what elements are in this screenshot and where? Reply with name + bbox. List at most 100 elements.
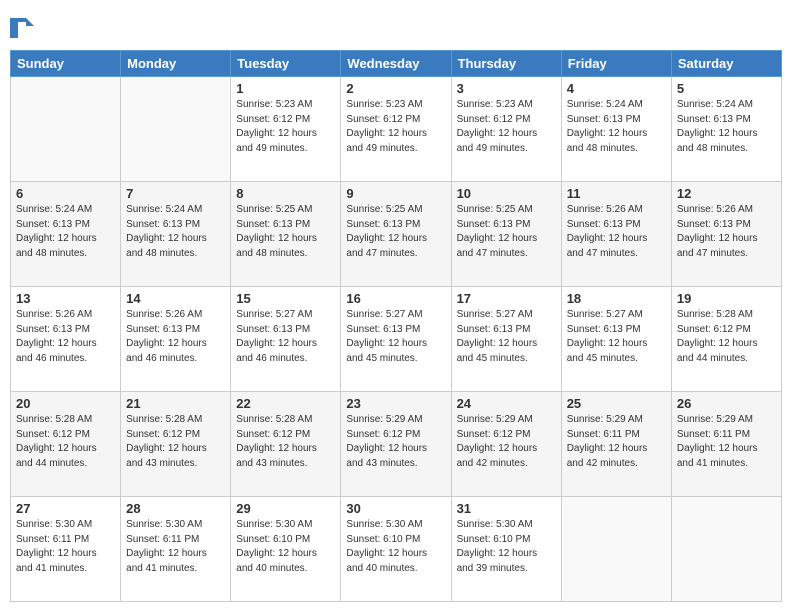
calendar-cell: 20 Sunrise: 5:28 AM Sunset: 6:12 PM Dayli…	[11, 392, 121, 497]
cell-content: Sunrise: 5:27 AM Sunset: 6:13 PM Dayligh…	[567, 308, 666, 366]
day-number: 22	[236, 396, 335, 411]
calendar-cell: 11Sunrise: 5:26 AM Sunset: 6:13 PM Dayli…	[561, 182, 671, 287]
cell-content: Sunrise: 5:30 AM Sunset: 6:11 PM Dayligh…	[16, 518, 115, 576]
logo-icon	[10, 14, 34, 42]
cell-content: Sunrise: 5:25 AM Sunset: 6:13 PM Dayligh…	[346, 203, 445, 261]
day-number: 16	[346, 291, 445, 306]
cell-content: Sunrise: 5:29 AM Sunset: 6:11 PM Dayligh…	[567, 413, 666, 471]
day-number: 2	[346, 81, 445, 96]
day-number: 13	[16, 291, 115, 306]
cell-content: Sunrise: 5:29 AM Sunset: 6:11 PM Dayligh…	[677, 413, 776, 471]
calendar-cell: 24 Sunrise: 5:29 AM Sunset: 6:12 PM Dayli…	[451, 392, 561, 497]
calendar-cell: 22 Sunrise: 5:28 AM Sunset: 6:12 PM Dayli…	[231, 392, 341, 497]
calendar-cell: 3 Sunrise: 5:23 AM Sunset: 6:12 PM Daylig…	[451, 77, 561, 182]
day-number: 28	[126, 501, 225, 516]
day-number: 3	[457, 81, 556, 96]
calendar-cell: 21 Sunrise: 5:28 AM Sunset: 6:12 PM Dayli…	[121, 392, 231, 497]
calendar-cell: 9Sunrise: 5:25 AM Sunset: 6:13 PM Daylig…	[341, 182, 451, 287]
cell-content: Sunrise: 5:30 AM Sunset: 6:10 PM Dayligh…	[346, 518, 445, 576]
day-number: 19	[677, 291, 776, 306]
day-number: 18	[567, 291, 666, 306]
day-number: 8	[236, 186, 335, 201]
calendar-cell: 27 Sunrise: 5:30 AM Sunset: 6:11 PM Dayli…	[11, 497, 121, 602]
day-number: 23	[346, 396, 445, 411]
cell-content: Sunrise: 5:30 AM Sunset: 6:11 PM Dayligh…	[126, 518, 225, 576]
calendar-cell: 31 Sunrise: 5:30 AM Sunset: 6:10 PM Dayli…	[451, 497, 561, 602]
day-header-wednesday: Wednesday	[341, 51, 451, 77]
day-header-friday: Friday	[561, 51, 671, 77]
calendar-body: 1 Sunrise: 5:23 AM Sunset: 6:12 PM Daylig…	[11, 77, 782, 602]
calendar-cell	[121, 77, 231, 182]
calendar-cell: 7Sunrise: 5:24 AM Sunset: 6:13 PM Daylig…	[121, 182, 231, 287]
page: SundayMondayTuesdayWednesdayThursdayFrid…	[0, 0, 792, 612]
calendar-cell: 13 Sunrise: 5:26 AM Sunset: 6:13 PM Dayli…	[11, 287, 121, 392]
calendar-cell: 1 Sunrise: 5:23 AM Sunset: 6:12 PM Daylig…	[231, 77, 341, 182]
cell-content: Sunrise: 5:23 AM Sunset: 6:12 PM Dayligh…	[457, 98, 556, 156]
day-number: 1	[236, 81, 335, 96]
calendar-cell: 29 Sunrise: 5:30 AM Sunset: 6:10 PM Dayli…	[231, 497, 341, 602]
day-number: 30	[346, 501, 445, 516]
calendar-cell: 30 Sunrise: 5:30 AM Sunset: 6:10 PM Dayli…	[341, 497, 451, 602]
cell-content: Sunrise: 5:30 AM Sunset: 6:10 PM Dayligh…	[457, 518, 556, 576]
day-number: 7	[126, 186, 225, 201]
day-header-sunday: Sunday	[11, 51, 121, 77]
day-number: 15	[236, 291, 335, 306]
calendar-table: SundayMondayTuesdayWednesdayThursdayFrid…	[10, 50, 782, 602]
cell-content: Sunrise: 5:26 AM Sunset: 6:13 PM Dayligh…	[16, 308, 115, 366]
cell-content: Sunrise: 5:27 AM Sunset: 6:13 PM Dayligh…	[457, 308, 556, 366]
cell-content: Sunrise: 5:28 AM Sunset: 6:12 PM Dayligh…	[126, 413, 225, 471]
cell-content: Sunrise: 5:28 AM Sunset: 6:12 PM Dayligh…	[236, 413, 335, 471]
day-number: 31	[457, 501, 556, 516]
calendar-week-2: 6Sunrise: 5:24 AM Sunset: 6:13 PM Daylig…	[11, 182, 782, 287]
calendar-cell	[561, 497, 671, 602]
day-header-monday: Monday	[121, 51, 231, 77]
calendar-cell: 8 Sunrise: 5:25 AM Sunset: 6:13 PM Daylig…	[231, 182, 341, 287]
calendar-cell: 19 Sunrise: 5:28 AM Sunset: 6:12 PM Dayli…	[671, 287, 781, 392]
calendar-week-5: 27 Sunrise: 5:30 AM Sunset: 6:11 PM Dayli…	[11, 497, 782, 602]
cell-content: Sunrise: 5:27 AM Sunset: 6:13 PM Dayligh…	[346, 308, 445, 366]
day-number: 29	[236, 501, 335, 516]
cell-content: Sunrise: 5:24 AM Sunset: 6:13 PM Dayligh…	[567, 98, 666, 156]
calendar-week-4: 20 Sunrise: 5:28 AM Sunset: 6:12 PM Dayli…	[11, 392, 782, 497]
day-number: 27	[16, 501, 115, 516]
calendar-cell	[11, 77, 121, 182]
day-number: 25	[567, 396, 666, 411]
day-number: 6	[16, 186, 115, 201]
calendar-cell: 10 Sunrise: 5:25 AM Sunset: 6:13 PM Dayli…	[451, 182, 561, 287]
calendar-cell: 23 Sunrise: 5:29 AM Sunset: 6:12 PM Dayli…	[341, 392, 451, 497]
calendar-cell	[671, 497, 781, 602]
calendar-week-3: 13 Sunrise: 5:26 AM Sunset: 6:13 PM Dayli…	[11, 287, 782, 392]
cell-content: Sunrise: 5:29 AM Sunset: 6:12 PM Dayligh…	[346, 413, 445, 471]
day-number: 11	[567, 186, 666, 201]
day-header-thursday: Thursday	[451, 51, 561, 77]
cell-content: Sunrise: 5:25 AM Sunset: 6:13 PM Dayligh…	[457, 203, 556, 261]
day-number: 10	[457, 186, 556, 201]
cell-content: Sunrise: 5:29 AM Sunset: 6:12 PM Dayligh…	[457, 413, 556, 471]
calendar-cell: 2Sunrise: 5:23 AM Sunset: 6:12 PM Daylig…	[341, 77, 451, 182]
day-number: 20	[16, 396, 115, 411]
calendar-cell: 6Sunrise: 5:24 AM Sunset: 6:13 PM Daylig…	[11, 182, 121, 287]
calendar-cell: 12Sunrise: 5:26 AM Sunset: 6:13 PM Dayli…	[671, 182, 781, 287]
cell-content: Sunrise: 5:25 AM Sunset: 6:13 PM Dayligh…	[236, 203, 335, 261]
day-number: 26	[677, 396, 776, 411]
calendar-cell: 25 Sunrise: 5:29 AM Sunset: 6:11 PM Dayli…	[561, 392, 671, 497]
cell-content: Sunrise: 5:27 AM Sunset: 6:13 PM Dayligh…	[236, 308, 335, 366]
cell-content: Sunrise: 5:30 AM Sunset: 6:10 PM Dayligh…	[236, 518, 335, 576]
day-number: 17	[457, 291, 556, 306]
day-number: 24	[457, 396, 556, 411]
logo	[10, 14, 36, 42]
calendar-week-1: 1 Sunrise: 5:23 AM Sunset: 6:12 PM Daylig…	[11, 77, 782, 182]
day-header-tuesday: Tuesday	[231, 51, 341, 77]
cell-content: Sunrise: 5:28 AM Sunset: 6:12 PM Dayligh…	[16, 413, 115, 471]
header-row: SundayMondayTuesdayWednesdayThursdayFrid…	[11, 51, 782, 77]
calendar-cell: 5Sunrise: 5:24 AM Sunset: 6:13 PM Daylig…	[671, 77, 781, 182]
cell-content: Sunrise: 5:23 AM Sunset: 6:12 PM Dayligh…	[236, 98, 335, 156]
header	[10, 10, 782, 42]
day-number: 21	[126, 396, 225, 411]
calendar-cell: 15 Sunrise: 5:27 AM Sunset: 6:13 PM Dayli…	[231, 287, 341, 392]
day-number: 14	[126, 291, 225, 306]
cell-content: Sunrise: 5:26 AM Sunset: 6:13 PM Dayligh…	[677, 203, 776, 261]
cell-content: Sunrise: 5:24 AM Sunset: 6:13 PM Dayligh…	[677, 98, 776, 156]
calendar-cell: 14Sunrise: 5:26 AM Sunset: 6:13 PM Dayli…	[121, 287, 231, 392]
cell-content: Sunrise: 5:28 AM Sunset: 6:12 PM Dayligh…	[677, 308, 776, 366]
